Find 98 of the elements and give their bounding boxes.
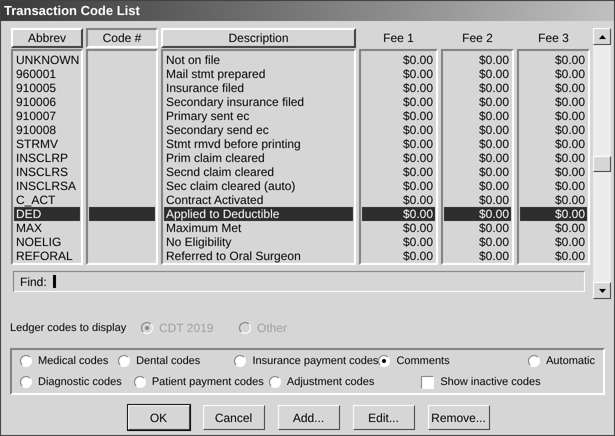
table-cell-text: $0.00 — [478, 81, 510, 95]
dialog-button[interactable]: Cancel — [202, 405, 264, 430]
column-header[interactable]: Abbrev — [11, 28, 83, 48]
table-cell-text: $0.00 — [554, 81, 586, 95]
table-cell-text: Secondary send ec — [165, 123, 270, 137]
table-cell-text: INSCLRSA — [15, 179, 78, 193]
table-cell-text: $0.00 — [402, 95, 434, 109]
table-cell-text: Secnd claim cleared — [165, 165, 276, 179]
table-cell-text: Not on file — [165, 53, 222, 67]
table-cell-text: $0.00 — [478, 179, 510, 193]
table-cell-text: $0.00 — [554, 109, 586, 123]
table-cell-text: $0.00 — [554, 151, 586, 165]
table-cell-text: $0.00 — [402, 179, 434, 193]
table-cell: $0.00 — [520, 207, 587, 221]
table-cell-text: $0.00 — [402, 151, 434, 165]
column-header[interactable]: Description — [161, 28, 356, 48]
table-cell-text: $0.00 — [554, 67, 586, 81]
table-cell-text: $0.00 — [554, 137, 586, 151]
table-cell-text: $0.00 — [554, 95, 586, 109]
table-cell-text: $0.00 — [478, 249, 510, 263]
option-label: Dental codes — [136, 354, 200, 369]
find-field[interactable]: Find: — [13, 271, 585, 292]
dialog-button[interactable]: Add... — [278, 405, 340, 430]
table-cell: $0.00 — [444, 207, 511, 221]
table-cell-text: 910006 — [15, 95, 58, 109]
table-cell-text: Primary sent ec — [165, 109, 250, 123]
table-cell-text: Sec claim cleared (auto) — [165, 179, 296, 193]
column-header: Fee 1 — [383, 30, 414, 47]
option-label: Insurance payment codes — [252, 354, 378, 369]
table-cell-text: $0.00 — [402, 53, 434, 67]
option-label: Comments — [396, 354, 450, 369]
table-cell-text: $0.00 — [402, 221, 434, 235]
table-cell-text: 910007 — [15, 109, 58, 123]
table-cell-text: Prim claim cleared — [165, 151, 266, 165]
table-cell-text: $0.00 — [478, 53, 510, 67]
table-cell-text: Secondary insurance filed — [165, 95, 306, 109]
option-label: Adjustment codes — [286, 374, 374, 390]
table-cell-text: $0.00 — [478, 151, 510, 165]
table-cell-text: Insurance filed — [165, 81, 246, 95]
table-cell-text: $0.00 — [478, 95, 510, 109]
table-cell-text: STRMV — [15, 137, 59, 151]
table-cell-text: $0.00 — [554, 249, 586, 263]
table-cell-text: $0.00 — [554, 165, 586, 179]
table-cell-text: $0.00 — [402, 123, 434, 137]
table-cell-text: $0.00 — [554, 193, 586, 207]
table-cell-text: 960001 — [15, 67, 58, 81]
table-cell-text: $0.00 — [402, 249, 434, 263]
table-cell-text: NOELIG — [15, 235, 62, 249]
dialog-button[interactable]: Edit... — [352, 405, 414, 430]
table-cell-text: $0.00 — [478, 235, 510, 249]
option-label: Automatic — [546, 354, 595, 369]
table-cell-text: UNKNOWN — [15, 53, 80, 67]
table-cell-text: Contract Activated — [165, 193, 264, 207]
option-label: Diagnostic codes — [38, 374, 122, 390]
table-cell-text: 910008 — [15, 123, 58, 137]
table-cell-text: No Eligibility — [165, 235, 232, 249]
table-cell-text: $0.00 — [554, 235, 586, 249]
table-cell-text: 910005 — [15, 81, 58, 95]
table-cell-text: MAX — [15, 221, 44, 235]
table-cell-text: $0.00 — [402, 67, 434, 81]
table-cell: DED — [14, 207, 80, 221]
table-cell-text: Maximum Met — [165, 221, 242, 235]
table-cell-text: $0.00 — [478, 193, 510, 207]
column-header[interactable]: Code # — [86, 28, 158, 48]
table-cell-text: INSCLRS — [15, 165, 70, 179]
option-label: Show inactive codes — [440, 374, 541, 390]
table-cell-text: INSCLRP — [15, 151, 70, 165]
table-cell-text: $0.00 — [402, 165, 434, 179]
table-cell-text: $0.00 — [478, 123, 510, 137]
table-cell-text: $0.00 — [554, 123, 586, 137]
dialog-button[interactable]: Remove... — [428, 405, 490, 430]
table-cell-text: Stmt rmvd before printing — [165, 137, 302, 151]
table-cell-text: $0.00 — [478, 165, 510, 179]
table-cell-text: Referred to Oral Surgeon — [165, 249, 302, 263]
table-cell: Applied to Deductible — [164, 207, 353, 221]
table-cell-text: $0.00 — [402, 81, 434, 95]
table-cell-text: $0.00 — [554, 179, 586, 193]
table-cell-text: Mail stmt prepared — [165, 67, 266, 81]
window-title: Transaction Code List — [4, 2, 140, 20]
table-cell-text: $0.00 — [402, 193, 434, 207]
table-cell-text: $0.00 — [402, 235, 434, 249]
ledger-label: Ledger codes to display — [10, 320, 128, 336]
table-cell-text: REFORAL — [15, 249, 74, 263]
table-cell-text: $0.00 — [478, 67, 510, 81]
table-cell-text: $0.00 — [402, 137, 434, 151]
column-header: Fee 2 — [462, 30, 493, 47]
option-label: Patient payment codes — [152, 374, 264, 390]
table-cell-text: $0.00 — [478, 221, 510, 235]
table-cell-text: $0.00 — [402, 109, 434, 123]
table-cell-text: $0.00 — [554, 221, 586, 235]
table-cell-text: $0.00 — [554, 53, 586, 67]
table-cell-text: C_ACT — [15, 193, 56, 207]
option-label: Medical codes — [38, 354, 108, 369]
table-cell-text: $0.00 — [478, 109, 510, 123]
dialog-button[interactable]: OK — [128, 405, 190, 430]
table-cell-text: $0.00 — [478, 137, 510, 151]
table-cell: $0.00 — [362, 207, 435, 221]
column-header: Fee 3 — [538, 30, 569, 47]
